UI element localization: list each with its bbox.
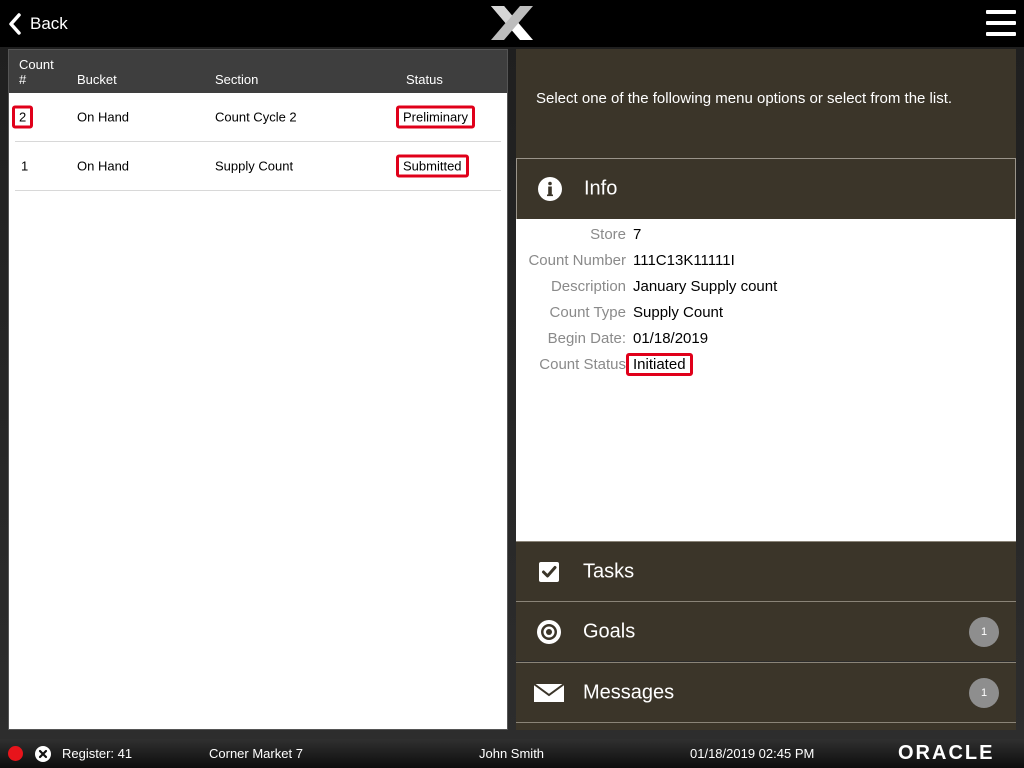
- hamburger-menu-icon[interactable]: [984, 8, 1018, 38]
- messages-label: Messages: [583, 681, 675, 703]
- close-icon[interactable]: [35, 746, 51, 762]
- info-label: Begin Date:: [547, 330, 626, 347]
- bucket-cell: On Hand: [77, 158, 130, 174]
- oracle-logo: ORACLE: [898, 742, 995, 764]
- goals-label: Goals: [583, 620, 636, 642]
- chevron-left-icon: [9, 13, 21, 35]
- intro-text: Select one of the following menu options…: [536, 90, 953, 107]
- info-value: 111C13K11111I: [633, 252, 735, 269]
- list-row[interactable]: 2 On Hand Count Cycle 2 Preliminary: [12, 93, 501, 142]
- envelope-icon: [534, 682, 564, 702]
- column-header-status: Status: [406, 72, 443, 87]
- info-row-count-type: Count Type Supply Count: [516, 304, 1016, 324]
- column-header-count: Count #: [19, 57, 54, 87]
- list-row[interactable]: 1 On Hand Supply Count Submitted: [15, 142, 501, 191]
- goals-menu-item[interactable]: Goals 1: [516, 601, 1016, 661]
- info-icon: [538, 177, 562, 201]
- detail-panel: Select one of the following menu options…: [516, 49, 1016, 730]
- column-header-bucket: Bucket: [77, 72, 117, 87]
- status-bar: Register: 41 Corner Market 7 John Smith …: [0, 739, 1024, 768]
- info-row-store: Store 7: [516, 226, 1016, 246]
- info-row-count-number: Count Number 111C13K11111I: [516, 252, 1016, 272]
- messages-count-badge: 1: [969, 677, 999, 708]
- info-value: Supply Count: [633, 304, 724, 321]
- store-name: Corner Market 7: [209, 746, 303, 761]
- list-header: Count # Bucket Section Status: [9, 50, 507, 93]
- info-label: Store: [590, 226, 626, 243]
- info-label: Count Type: [549, 304, 626, 321]
- count-list-panel: Count # Bucket Section Status 2 On Hand …: [8, 49, 508, 730]
- info-label: Count Number: [528, 252, 626, 269]
- status-indicator-icon: [8, 746, 23, 761]
- info-row-begin-date: Begin Date: 01/18/2019: [516, 330, 1016, 350]
- info-section-header[interactable]: Info: [516, 158, 1016, 219]
- info-value: January Supply count: [633, 278, 778, 295]
- date-time: 01/18/2019 02:45 PM: [690, 746, 815, 761]
- column-header-section: Section: [215, 72, 259, 87]
- top-bar: Back: [0, 0, 1024, 47]
- app-logo: [491, 6, 533, 40]
- user-name: John Smith: [479, 746, 545, 761]
- info-value: 7: [633, 226, 642, 243]
- info-value: 01/18/2019: [633, 330, 709, 347]
- back-button[interactable]: Back: [8, 8, 68, 40]
- count-number: 2: [12, 105, 34, 129]
- intro-banner: Select one of the following menu options…: [516, 49, 1016, 158]
- target-icon: [537, 619, 561, 644]
- checkbox-icon: [539, 561, 559, 582]
- bucket-cell: On Hand: [77, 109, 130, 125]
- count-status-value: Initiated: [626, 353, 693, 376]
- messages-menu-item[interactable]: Messages 1: [516, 662, 1016, 722]
- tasks-menu-item[interactable]: Tasks: [516, 541, 1016, 601]
- goals-count-badge: 1: [969, 616, 999, 647]
- count-number: 1: [21, 158, 29, 174]
- info-title: Info: [584, 177, 618, 200]
- next-menu-item: [516, 722, 1016, 730]
- info-row-description: Description January Supply count: [516, 278, 1016, 298]
- info-label: Count Status: [539, 356, 626, 373]
- status-badge: Preliminary: [396, 105, 476, 129]
- info-row-count-status: Count Status Initiated: [516, 353, 1016, 376]
- back-label: Back: [30, 14, 68, 33]
- info-details: Store 7 Count Number 111C13K11111I Descr…: [516, 219, 1016, 541]
- tasks-label: Tasks: [583, 560, 635, 582]
- section-cell: Count Cycle 2: [215, 109, 297, 125]
- register-label: Register: 41: [62, 746, 133, 761]
- status-badge: Submitted: [396, 154, 469, 178]
- info-label: Description: [550, 278, 626, 295]
- section-cell: Supply Count: [215, 158, 294, 174]
